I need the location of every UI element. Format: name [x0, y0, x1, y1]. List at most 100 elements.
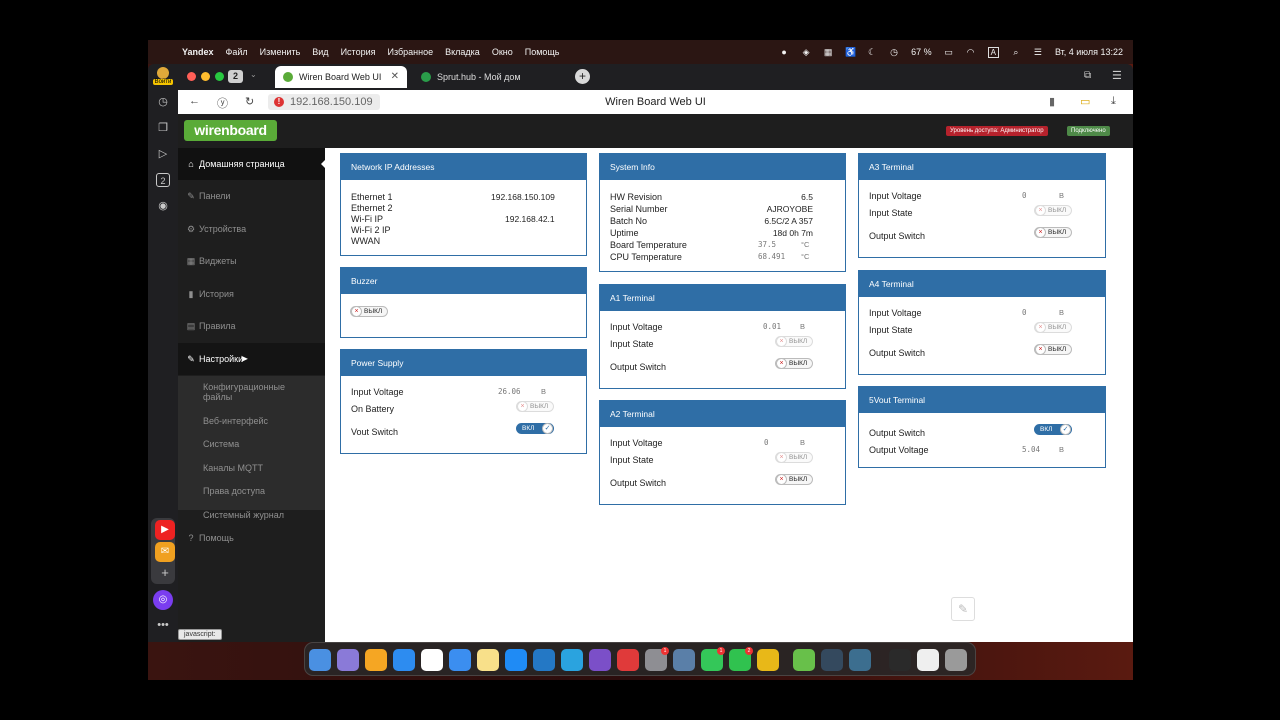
menu-file[interactable]: Файл — [220, 47, 254, 57]
add-app-icon[interactable]: + — [155, 563, 175, 583]
output-switch-toggle[interactable]: ВКЛ ✓ — [1034, 424, 1072, 435]
vscode-icon[interactable] — [533, 649, 555, 671]
browser-menu-icon[interactable]: ☰ — [1112, 69, 1122, 82]
launchpad-icon[interactable] — [337, 649, 359, 671]
row-label: Vout Switch — [351, 427, 399, 437]
control-center-icon[interactable]: ☰ — [1033, 47, 1043, 57]
tab-manager-icon[interactable]: ⧉ — [1084, 70, 1091, 81]
tab-counter-icon[interactable]: 2 — [156, 173, 170, 187]
submenu-system[interactable]: Система — [203, 439, 313, 449]
output-switch-toggle[interactable]: × ВЫКЛ — [1034, 344, 1072, 355]
battery-percent[interactable]: 67 % — [911, 47, 932, 57]
grid-icon[interactable]: ▦ — [823, 47, 833, 57]
sidebar-item-label: Настройки — [199, 354, 244, 364]
toggle-label: ВКЛ — [522, 425, 535, 432]
tab-count-badge[interactable]: 2 — [228, 70, 243, 83]
submenu-system-log[interactable]: Системный журнал — [203, 510, 313, 520]
sidebar-item-history[interactable]: ▮ История — [178, 278, 325, 310]
menu-help[interactable]: Помощь — [519, 47, 566, 57]
output-switch-toggle[interactable]: × ВЫКЛ — [775, 358, 813, 369]
sidebar-item-panels[interactable]: ✎ Панели — [178, 180, 325, 212]
menubar-app-name[interactable]: Yandex — [176, 47, 220, 57]
input-voltage-value: 0.01 — [763, 322, 782, 331]
submenu-access-rights[interactable]: Права доступа — [203, 486, 313, 496]
network-app-icon[interactable] — [821, 649, 843, 671]
bookmark-icon[interactable]: ▮ — [1049, 95, 1055, 108]
download-icon[interactable]: ⤓ — [1111, 95, 1116, 108]
wifi-icon[interactable]: ◠ — [966, 47, 976, 57]
minimize-window-icon[interactable] — [201, 72, 210, 81]
sidebar-item-widgets[interactable]: ▦ Виджеты — [178, 245, 325, 277]
profile-login-label: Войти — [153, 79, 173, 85]
app-store-icon[interactable] — [505, 649, 527, 671]
moon-icon[interactable]: ☾ — [867, 47, 877, 57]
safari-icon[interactable] — [393, 649, 415, 671]
wirenboard-logo[interactable]: wirenboard — [184, 120, 277, 141]
anydesk-icon[interactable] — [617, 649, 639, 671]
notes-icon[interactable] — [477, 649, 499, 671]
home-app-icon[interactable] — [365, 649, 387, 671]
document-file-icon[interactable] — [917, 649, 939, 671]
battery-saver-icon[interactable]: ▭ — [1080, 95, 1090, 108]
terminal-icon[interactable] — [889, 649, 911, 671]
app-icon[interactable] — [673, 649, 695, 671]
android-app-icon[interactable] — [793, 649, 815, 671]
menu-window[interactable]: Окно — [486, 47, 519, 57]
vout-switch-toggle[interactable]: ВКЛ ✓ — [516, 423, 554, 434]
more-icon[interactable]: ••• — [156, 618, 170, 632]
telegram-icon[interactable] — [561, 649, 583, 671]
input-source[interactable]: A — [987, 46, 999, 58]
mail-app-icon[interactable] — [449, 649, 471, 671]
clock[interactable]: Вт, 4 июля 13:22 — [1055, 47, 1123, 57]
battery-icon[interactable]: ▭ — [944, 47, 954, 57]
media-play-icon[interactable]: ▷ — [156, 147, 170, 161]
buzzer-toggle[interactable]: × ВЫКЛ — [350, 306, 388, 317]
menu-view[interactable]: Вид — [306, 47, 334, 57]
accessibility-icon[interactable]: ♿ — [845, 47, 856, 57]
sidebar-item-home[interactable]: ⌂ Домашняя страница — [178, 148, 325, 180]
screenshot-icon[interactable]: ◉ — [156, 199, 170, 213]
edit-mode-button[interactable]: ✎ — [951, 597, 975, 621]
youtube-icon[interactable]: ▶ — [155, 520, 175, 540]
close-window-icon[interactable] — [187, 72, 196, 81]
sidebar-item-rules[interactable]: ▤ Правила — [178, 310, 325, 342]
menu-favorites[interactable]: Избранное — [381, 47, 439, 57]
close-tab-icon[interactable]: ✕ — [391, 71, 399, 82]
sidebar-item-help[interactable]: ? Помощь — [178, 522, 325, 554]
trash-icon[interactable] — [945, 649, 967, 671]
unit: В — [1059, 308, 1065, 317]
quicktime-icon[interactable] — [849, 649, 871, 671]
bar-chart-icon: ▮ — [188, 288, 194, 299]
output-switch-toggle[interactable]: × ВЫКЛ — [1034, 227, 1072, 238]
sidebar-item-devices[interactable]: ⚙ Устройства — [178, 213, 325, 245]
time-machine-icon[interactable]: ◷ — [889, 47, 899, 57]
layers-icon[interactable]: ◈ — [801, 47, 811, 57]
submenu-mqtt-channels[interactable]: Каналы MQTT — [203, 463, 313, 473]
history-icon[interactable]: ◷ — [156, 95, 170, 109]
yandex-browser-icon[interactable] — [421, 649, 443, 671]
collections-icon[interactable]: ❐ — [156, 121, 170, 135]
screen: Yandex Файл Изменить Вид История Избранн… — [0, 0, 1280, 720]
submenu-web-ui[interactable]: Веб-интерфейс — [203, 416, 313, 426]
forklift-icon[interactable] — [757, 649, 779, 671]
zoom-window-icon[interactable] — [215, 72, 224, 81]
tab-wiren-board[interactable]: Wiren Board Web UI ✕ — [275, 66, 407, 88]
sidebar-item-settings[interactable]: ✎ Настройки — [178, 343, 325, 375]
row-label: CPU Temperature — [610, 252, 682, 262]
profile-button[interactable]: Войти — [153, 67, 173, 87]
mail-icon[interactable]: ✉ — [155, 542, 175, 562]
output-switch-toggle[interactable]: × ВЫКЛ — [775, 474, 813, 485]
menu-edit[interactable]: Изменить — [254, 47, 307, 57]
tabs-dropdown-icon[interactable]: ⌄ — [250, 70, 257, 79]
record-icon[interactable]: ● — [779, 47, 789, 57]
alice-icon[interactable]: ◎ — [153, 590, 173, 610]
finder-icon[interactable] — [309, 649, 331, 671]
github-desktop-icon[interactable] — [589, 649, 611, 671]
new-tab-button[interactable]: + — [575, 69, 590, 84]
menu-tab[interactable]: Вкладка — [439, 47, 486, 57]
row-label: Ethernet 1 — [351, 192, 393, 202]
tab-sprut-hub[interactable]: Sprut.hub - Мой дом — [413, 66, 533, 88]
search-icon[interactable]: ⌕ — [1011, 47, 1021, 57]
menu-history[interactable]: История — [335, 47, 382, 57]
submenu-config-files[interactable]: Конфигурационные файлы — [203, 382, 313, 402]
